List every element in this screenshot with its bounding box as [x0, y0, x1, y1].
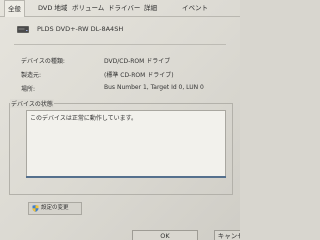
tab-volume[interactable]: ボリューム — [72, 3, 104, 13]
status-box-bottom-line — [26, 176, 226, 178]
ok-button[interactable]: OK — [132, 230, 198, 240]
tab-details[interactable]: 詳細 — [144, 3, 157, 13]
device-properties-window: 全般 DVD 地域 ボリューム ドライバー 詳細 イベント PLDS DVD+-… — [0, 0, 240, 240]
tab-driver[interactable]: ドライバー — [108, 3, 140, 13]
tab-bar: 全般 DVD 地域 ボリューム ドライバー 詳細 イベント — [0, 0, 240, 17]
device-name: PLDS DVD+-RW DL-8A4SH — [37, 25, 124, 33]
manufacturer-value: (標準 CD-ROM ドライブ) — [104, 72, 174, 79]
change-settings-button[interactable]: 設定の変更 — [28, 202, 82, 215]
shield-icon — [32, 205, 39, 212]
cancel-button[interactable]: キャンセル — [214, 230, 240, 240]
device-type-label: デバイスの種類: — [21, 58, 65, 65]
manufacturer-label: 製造元: — [21, 72, 42, 79]
location-value: Bus Number 1, Target Id 0, LUN 0 — [104, 84, 204, 91]
location-label: 場所: — [21, 86, 36, 93]
tab-events[interactable]: イベント — [182, 3, 208, 13]
device-status-textbox[interactable]: このデバイスは正常に動作しています。 — [26, 110, 226, 178]
tab-dvd-region[interactable]: DVD 地域 — [38, 3, 67, 13]
device-status-title: デバイスの状態 — [10, 99, 54, 108]
tab-general[interactable]: 全般 — [4, 0, 25, 17]
change-settings-label: 設定の変更 — [41, 205, 69, 211]
dvd-drive-icon — [17, 26, 29, 33]
device-type-value: DVD/CD-ROM ドライブ — [104, 58, 171, 65]
divider — [14, 44, 226, 45]
device-status-text: このデバイスは正常に動作しています。 — [30, 115, 138, 122]
